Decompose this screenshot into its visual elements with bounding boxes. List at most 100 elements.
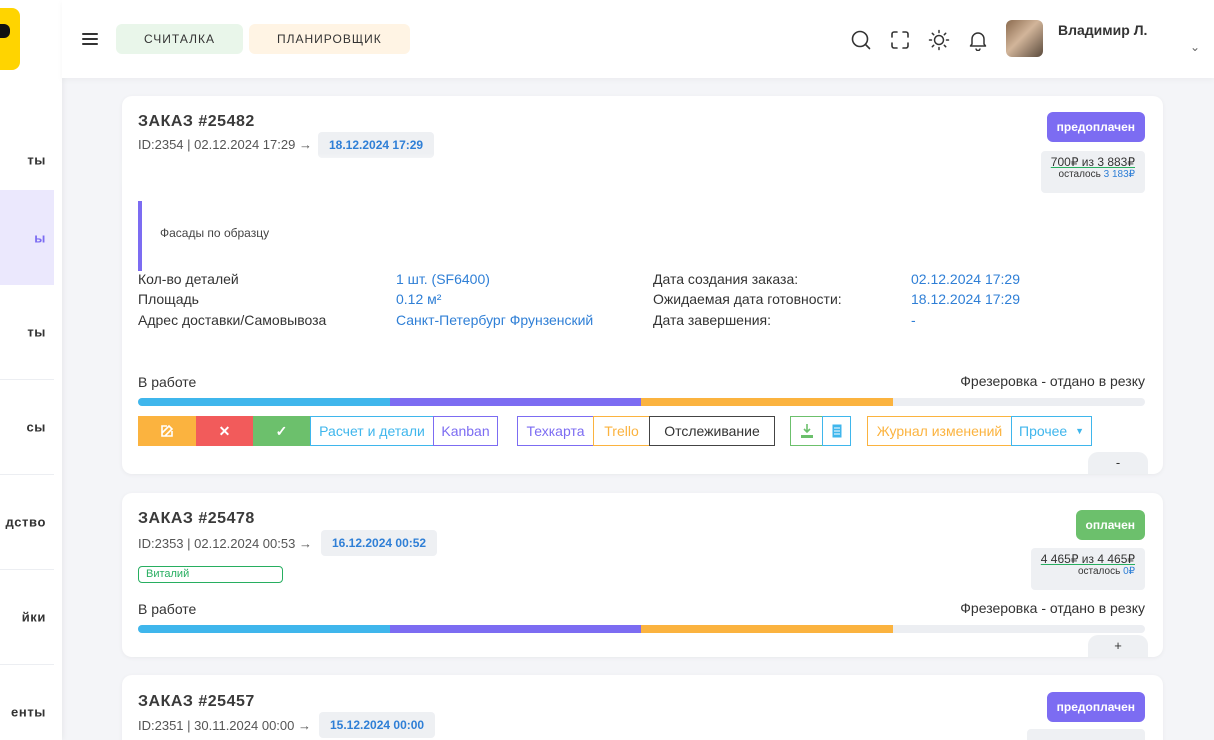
status-badge: предоплачен — [1046, 112, 1145, 142]
remaining: осталось 3 183₽ — [1051, 169, 1135, 180]
sidebar-item-label: ты — [27, 324, 46, 340]
note-text: Фасады по образцу — [160, 226, 270, 240]
order-stage: Фрезеровка - отдано в резку — [960, 600, 1145, 616]
caret-down-icon: ▼ — [1075, 426, 1084, 436]
order-status: В работе — [138, 601, 197, 617]
sidebar-item-label: ты — [27, 152, 46, 168]
other-label: Прочее — [1019, 423, 1068, 439]
confirm-button[interactable]: ✓ — [253, 416, 310, 446]
user-name[interactable]: Владимир Л. — [1058, 22, 1147, 38]
price-box: 4 465₽ из 4 465₽ осталось 0₽ — [1030, 548, 1145, 590]
remaining-label: осталось — [1077, 566, 1121, 577]
remaining-value: 0₽ — [1123, 566, 1135, 577]
sidebar-item-label: дство — [5, 514, 46, 530]
order-title[interactable]: ЗАКАЗ #25482 — [138, 113, 255, 131]
price-box: 700₽ из 3 883₽ осталось 3 183₽ — [1040, 151, 1145, 193]
chevron-down-icon[interactable]: ⌄ — [1190, 40, 1200, 54]
edit-icon — [161, 424, 174, 437]
sidebar-item-label: сы — [26, 419, 46, 435]
sidebar-item-2[interactable]: ы — [0, 190, 54, 285]
sidebar-item-label: ы — [34, 230, 46, 245]
finished-label: Дата завершения: — [653, 312, 771, 328]
details-label: Кол-во деталей — [138, 271, 239, 287]
remaining-value: 3 183₽ — [1103, 169, 1135, 180]
document-icon — [832, 424, 841, 438]
edit-button[interactable] — [138, 416, 196, 446]
progress-segment — [390, 625, 641, 633]
sidebar-item-7[interactable]: енты — [0, 665, 54, 740]
download-button[interactable] — [790, 416, 823, 446]
order-stage: Фрезеровка - отдано в резку — [960, 373, 1145, 389]
fullscreen-icon[interactable] — [889, 29, 911, 51]
avatar[interactable] — [1006, 20, 1043, 57]
created-label: Дата создания заказа: — [653, 271, 799, 287]
price-line: 4 465₽ из 4 465₽ — [1040, 552, 1135, 566]
kanban-button[interactable]: Kanban — [433, 416, 498, 446]
due-date: 16.12.2024 00:52 — [321, 530, 438, 556]
finished-value: - — [911, 312, 916, 328]
sidebar: ты ы ты сы дство йки енты — [0, 0, 62, 740]
due-date: 15.12.2024 00:00 — [319, 712, 436, 738]
document-button[interactable] — [822, 416, 851, 446]
progress-segment — [641, 398, 893, 406]
calc-button[interactable]: СЧИТАЛКА — [116, 24, 243, 54]
expected-value: 18.12.2024 17:29 — [911, 291, 1020, 307]
order-meta: ID:2353 | 02.12.2024 00:53 → — [138, 536, 312, 551]
price-line: 700₽ из 3 883₽ — [1050, 155, 1135, 169]
order-card: ЗАКАЗ #25482 ID:2354 | 02.12.2024 17:29 … — [122, 96, 1163, 474]
cancel-button[interactable]: ✕ — [196, 416, 253, 446]
techcard-button[interactable]: Техкарта — [517, 416, 594, 446]
sidebar-item-5[interactable]: дство — [0, 475, 54, 570]
changelog-button[interactable]: Журнал изменений — [867, 416, 1012, 446]
download-icon — [800, 424, 813, 438]
person-tag: Виталий — [138, 566, 283, 583]
sidebar-item-label: енты — [11, 704, 46, 720]
details-value[interactable]: 1 шт. (SF6400) — [396, 271, 490, 287]
sidebar-item-6[interactable]: йки — [0, 570, 54, 665]
logo-mark — [0, 24, 10, 38]
check-icon: ✓ — [275, 423, 288, 439]
address-value[interactable]: Санкт-Петербург Фрунзенский — [396, 312, 593, 328]
sidebar-item-4[interactable]: сы — [0, 380, 54, 475]
due-date: 18.12.2024 17:29 — [318, 132, 435, 158]
progress-bar — [138, 625, 1145, 633]
order-title[interactable]: ЗАКАЗ #25478 — [138, 510, 255, 528]
order-card: ЗАКАЗ #25478 ID:2353 | 02.12.2024 00:53 … — [122, 493, 1163, 657]
expected-label: Ожидаемая дата готовности: — [653, 291, 842, 307]
price-box — [1027, 729, 1145, 740]
menu-icon[interactable] — [82, 33, 98, 45]
redacted-area — [392, 342, 582, 356]
order-title[interactable]: ЗАКАЗ #25457 — [138, 693, 255, 711]
order-meta: ID:2354 | 02.12.2024 17:29 → — [138, 137, 312, 152]
topbar: СЧИТАЛКА ПЛАНИРОВЩИК Владимир Л. ⌄ — [62, 0, 1214, 78]
order-card: ЗАКАЗ #25457 ID:2351 | 30.11.2024 00:00 … — [122, 675, 1163, 740]
redacted-area — [132, 166, 462, 180]
sidebar-item-label: йки — [21, 609, 46, 625]
calc-details-button[interactable]: Расчет и детали — [310, 416, 434, 446]
tracking-button[interactable]: Отслеживание — [649, 416, 775, 446]
remaining-label: осталось — [1058, 169, 1101, 180]
progress-segment — [138, 625, 390, 633]
progress-segment — [641, 625, 893, 633]
planner-button[interactable]: ПЛАНИРОВЩИК — [249, 24, 410, 54]
bell-icon[interactable] — [967, 29, 989, 51]
order-note: Фасады по образцу — [138, 201, 1146, 271]
sun-icon[interactable] — [928, 29, 950, 51]
remaining: осталось 0₽ — [1041, 566, 1135, 577]
sidebar-item-3[interactable]: ты — [0, 285, 54, 380]
logo[interactable] — [0, 8, 20, 70]
other-dropdown[interactable]: Прочее ▼ — [1011, 416, 1092, 446]
expand-toggle[interactable]: + — [1088, 635, 1148, 657]
order-meta: ID:2351 | 30.11.2024 00:00 → — [138, 718, 311, 733]
area-label: Площадь — [138, 291, 199, 307]
area-value: 0.12 м² — [396, 291, 442, 307]
collapse-toggle[interactable]: - — [1088, 452, 1148, 474]
search-icon[interactable] — [850, 29, 872, 51]
trello-button[interactable]: Trello — [593, 416, 650, 446]
progress-segment — [390, 398, 641, 406]
created-value: 02.12.2024 17:29 — [911, 271, 1020, 287]
order-status: В работе — [138, 374, 197, 390]
progress-bar — [138, 398, 1145, 406]
status-badge: оплачен — [1075, 510, 1145, 540]
close-icon: ✕ — [218, 423, 231, 439]
